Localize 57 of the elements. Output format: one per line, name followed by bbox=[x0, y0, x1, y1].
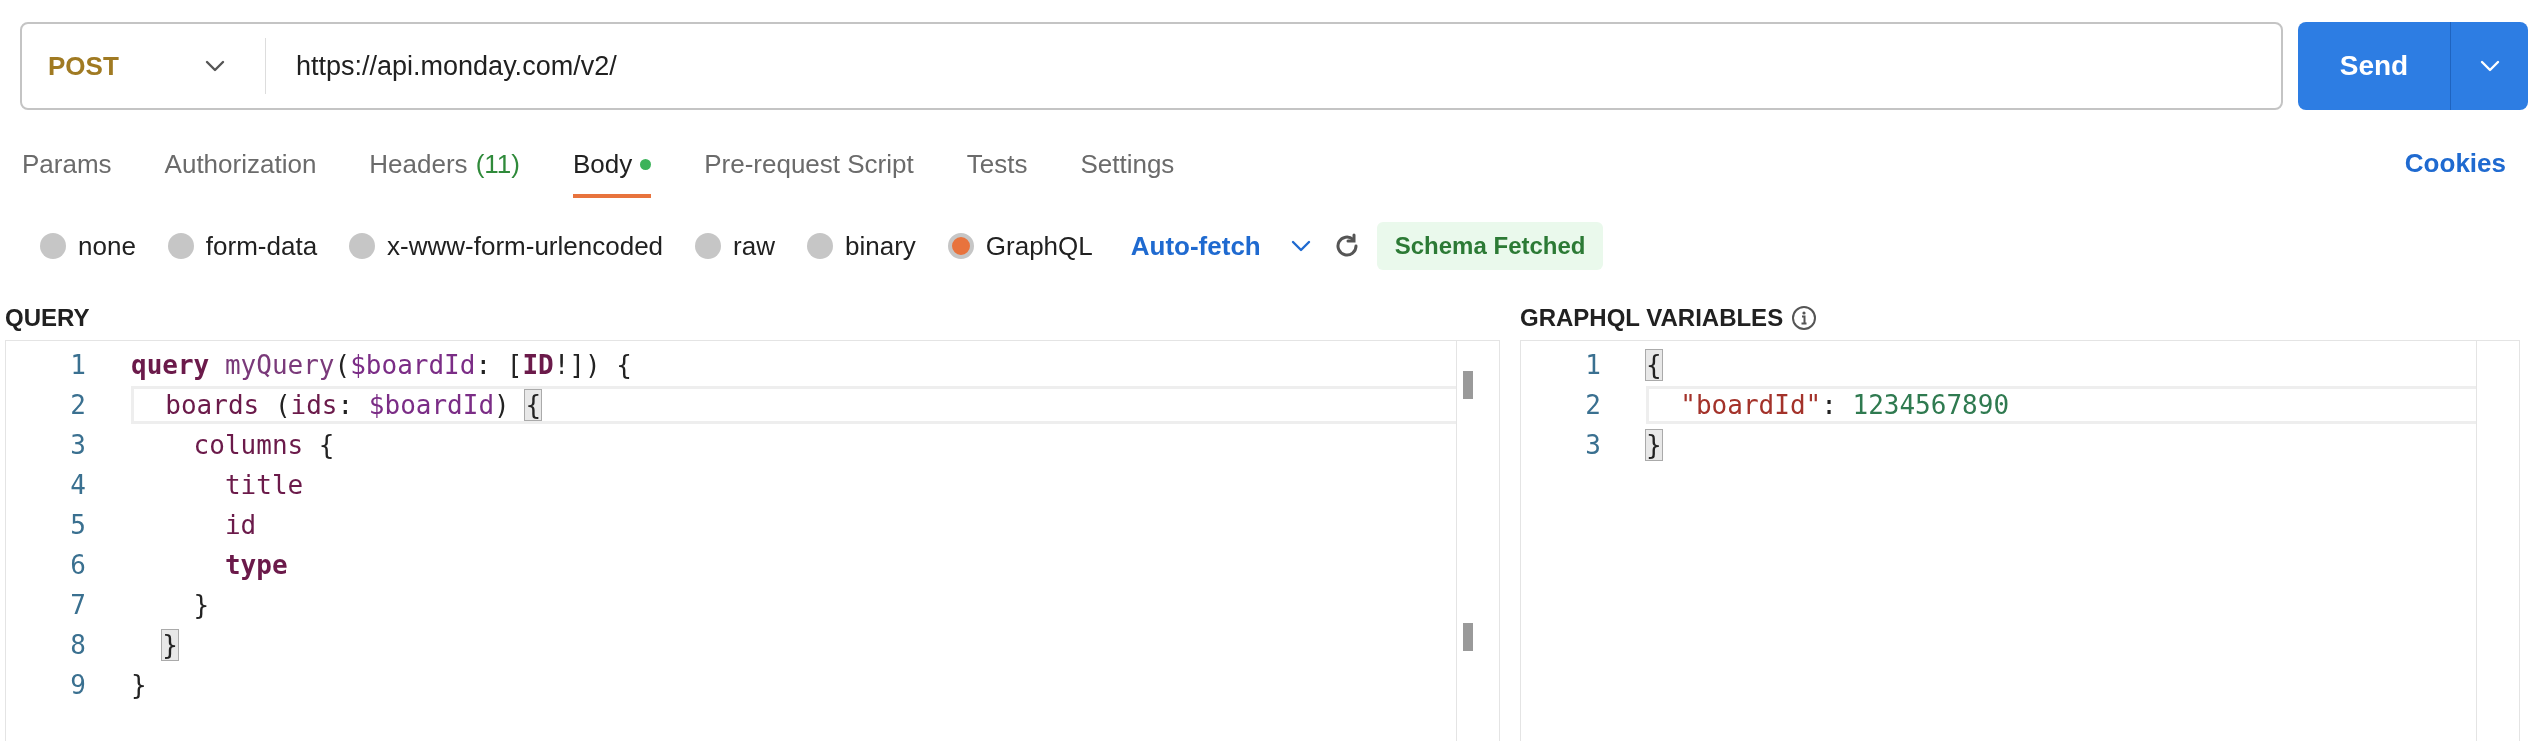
editor-title: QUERY bbox=[5, 304, 90, 332]
code-line: boards (ids: $boardId) { bbox=[131, 386, 1456, 424]
method-dropdown[interactable]: POST bbox=[22, 38, 266, 94]
send-options-button[interactable] bbox=[2450, 22, 2528, 110]
scrollbar-marker bbox=[1463, 623, 1473, 651]
schema-status-badge: Schema Fetched bbox=[1376, 222, 1604, 270]
info-icon[interactable] bbox=[1791, 305, 1818, 331]
code-line: columns { bbox=[192, 429, 336, 462]
code-line: type bbox=[223, 549, 289, 582]
tab[interactable]: Params bbox=[22, 148, 112, 198]
radio-button[interactable] bbox=[695, 233, 722, 259]
tab[interactable]: Settings bbox=[1080, 148, 1175, 198]
line-number: 2 bbox=[69, 390, 87, 420]
radio-button[interactable] bbox=[807, 233, 833, 259]
tab[interactable]: Authorization bbox=[164, 148, 317, 198]
tab[interactable]: Pre-request Script bbox=[704, 148, 914, 198]
code-line: "boardId": 1234567890 bbox=[1646, 386, 2476, 424]
code-line: title bbox=[223, 469, 305, 502]
tab[interactable]: Body bbox=[572, 148, 652, 198]
code-line: } bbox=[192, 589, 211, 622]
cookies-link[interactable]: Cookies bbox=[2404, 148, 2506, 179]
radio-button[interactable] bbox=[167, 233, 194, 259]
code-line: } bbox=[131, 669, 148, 702]
code-line: query myQuery($boardId: [ID!]) { bbox=[131, 349, 633, 382]
body-type-option[interactable]: raw bbox=[695, 230, 775, 262]
send-button[interactable]: Send bbox=[2298, 22, 2450, 110]
line-number: 1 bbox=[69, 350, 87, 380]
line-number: 3 bbox=[1584, 430, 1602, 460]
line-number: 9 bbox=[69, 670, 87, 700]
code-line: id bbox=[223, 509, 258, 542]
line-number: 2 bbox=[1584, 390, 1602, 420]
auto-fetch-dropdown[interactable]: Auto-fetch bbox=[1130, 230, 1311, 262]
body-type-option[interactable]: form-data bbox=[167, 230, 318, 262]
line-number: 7 bbox=[69, 590, 87, 620]
line-number: 4 bbox=[69, 470, 87, 500]
body-type-option[interactable]: none bbox=[40, 230, 136, 262]
body-type-option[interactable]: GraphQL bbox=[947, 230, 1093, 262]
scrollbar-marker bbox=[1463, 371, 1473, 399]
tab[interactable]: Tests bbox=[966, 148, 1028, 198]
chevron-down-icon bbox=[205, 60, 225, 72]
line-number: 3 bbox=[69, 430, 87, 460]
radio-button[interactable] bbox=[40, 233, 66, 259]
url-field[interactable]: POST https://api.monday.com/v2/ bbox=[20, 22, 2283, 110]
radio-button[interactable] bbox=[947, 233, 974, 259]
chevron-down-icon bbox=[1290, 240, 1311, 252]
line-number: 5 bbox=[69, 510, 87, 540]
variables-editor[interactable]: 1 { 2 "boardId": 1234567890 3 } bbox=[1520, 340, 2520, 741]
line-number: 1 bbox=[1584, 350, 1602, 380]
query-editor[interactable]: 1 query myQuery($boardId: [ID!]) { 2 boards (ids: $boardId) { 3 columns { 4 title 5 id 6 type 7 } 8 } 9 } bbox=[5, 340, 1500, 741]
line-number: 6 bbox=[69, 550, 87, 580]
editor-title: GRAPHQL VARIABLES bbox=[1520, 304, 1784, 332]
body-type-option[interactable]: x-www-form-urlencoded bbox=[349, 230, 664, 262]
radio-button[interactable] bbox=[349, 233, 376, 259]
line-number: 8 bbox=[69, 630, 87, 660]
body-type-option[interactable]: binary bbox=[807, 230, 916, 262]
tab[interactable]: Headers (11) bbox=[369, 148, 520, 198]
chevron-down-icon bbox=[2479, 60, 2500, 72]
